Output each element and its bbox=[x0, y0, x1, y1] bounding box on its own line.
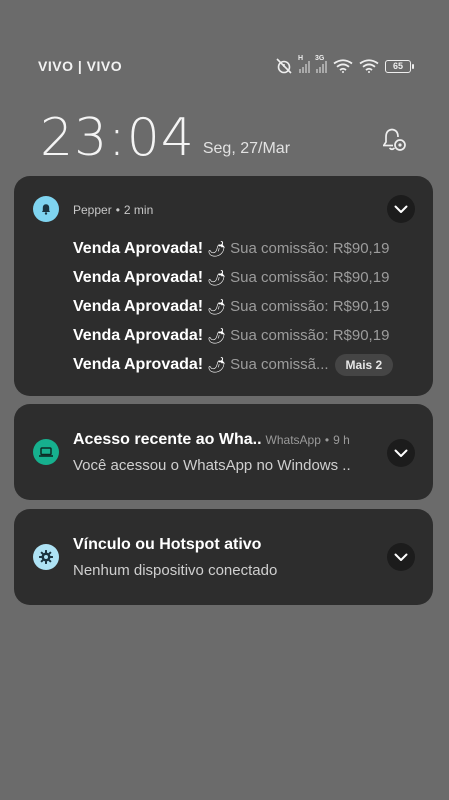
pepper-app-name: Pepper bbox=[73, 203, 112, 217]
pepper-message-line[interactable]: Venda Aprovada! 🌶 Sua comissão: R$90,19 bbox=[73, 263, 413, 292]
settings-app-icon bbox=[33, 544, 59, 570]
gear-icon bbox=[39, 550, 53, 564]
notification-hotspot[interactable]: Vínculo ou Hotspot ativo Nenhum disposit… bbox=[14, 509, 433, 605]
chili-pepper-emoji: 🌶 bbox=[207, 327, 227, 345]
whatsapp-text: Você acessou o WhatsApp no Windows .. bbox=[73, 457, 351, 474]
whatsapp-title-row: Acesso recente ao Wha.. WhatsApp • 9 h bbox=[73, 431, 350, 448]
pepper-message-line[interactable]: Venda Aprovada! 🌶 Sua comissão: R$90,19 bbox=[73, 292, 413, 321]
pepper-header: Pepper • 2 min bbox=[73, 203, 154, 217]
pepper-message-line[interactable]: Venda Aprovada! 🌶 Sua comissão: R$90,19 bbox=[73, 234, 413, 263]
whatsapp-desktop-app-icon bbox=[33, 439, 59, 465]
status-icons: H 3G 65 bbox=[275, 55, 414, 74]
whatsapp-time: 9 h bbox=[333, 433, 350, 447]
network-badge-2: 3G bbox=[315, 55, 325, 62]
chevron-down-icon bbox=[394, 449, 408, 457]
chili-pepper-emoji: 🌶 bbox=[207, 269, 227, 287]
lockscreen-clock-row: 23:04 Seg, 27/Mar bbox=[40, 104, 409, 164]
signal-2-icon: 3G bbox=[315, 55, 327, 73]
clock-date: Seg, 27/Mar bbox=[202, 140, 291, 157]
whatsapp-expand-button[interactable] bbox=[387, 439, 415, 467]
chevron-down-icon bbox=[394, 553, 408, 561]
more-notifications-badge[interactable]: Mais 2 bbox=[334, 353, 394, 376]
whatsapp-title: Acesso recente ao Wha.. bbox=[73, 431, 262, 448]
pepper-expand-button[interactable] bbox=[387, 195, 415, 223]
notification-pepper[interactable]: Pepper • 2 min Venda Aprovada! 🌶 Sua comis… bbox=[14, 176, 433, 396]
status-bar: VIVO | VIVO H 3G 65 bbox=[38, 55, 414, 76]
battery-level: 65 bbox=[392, 61, 403, 71]
clock-time: 23:04 bbox=[40, 108, 195, 168]
pepper-message-line[interactable]: Venda Aprovada! 🌶 Sua comissã... Mais 2 bbox=[73, 350, 413, 379]
chili-pepper-emoji: 🌶 bbox=[207, 356, 227, 374]
pepper-app-icon bbox=[33, 196, 59, 222]
chili-pepper-emoji: 🌶 bbox=[207, 240, 227, 258]
bell-settings-icon[interactable] bbox=[379, 126, 409, 154]
network-badge-1: H bbox=[298, 55, 304, 62]
hotspot-wifi-icon bbox=[359, 59, 379, 73]
pepper-time: 2 min bbox=[123, 203, 154, 217]
notification-whatsapp[interactable]: Acesso recente ao Wha.. WhatsApp • 9 h Você… bbox=[14, 404, 433, 500]
hotspot-expand-button[interactable] bbox=[387, 543, 415, 571]
signal-1-icon: H bbox=[298, 55, 310, 73]
pepper-message-list: Venda Aprovada! 🌶 Sua comissão: R$90,19 … bbox=[73, 234, 413, 379]
pepper-message-line[interactable]: Venda Aprovada! 🌶 Sua comissão: R$90,19 bbox=[73, 321, 413, 350]
battery-icon: 65 bbox=[385, 59, 414, 73]
chevron-down-icon bbox=[394, 205, 408, 213]
hotspot-title: Vínculo ou Hotspot ativo bbox=[73, 536, 262, 553]
bell-icon bbox=[42, 204, 50, 215]
wifi-icon bbox=[333, 59, 353, 73]
hotspot-text: Nenhum dispositivo conectado bbox=[73, 562, 278, 579]
carrier-label: VIVO | VIVO bbox=[38, 58, 123, 74]
chili-pepper-emoji: 🌶 bbox=[207, 298, 227, 316]
alarm-off-icon bbox=[276, 58, 292, 74]
whatsapp-app-name: WhatsApp bbox=[265, 433, 321, 447]
laptop-icon bbox=[39, 447, 53, 457]
